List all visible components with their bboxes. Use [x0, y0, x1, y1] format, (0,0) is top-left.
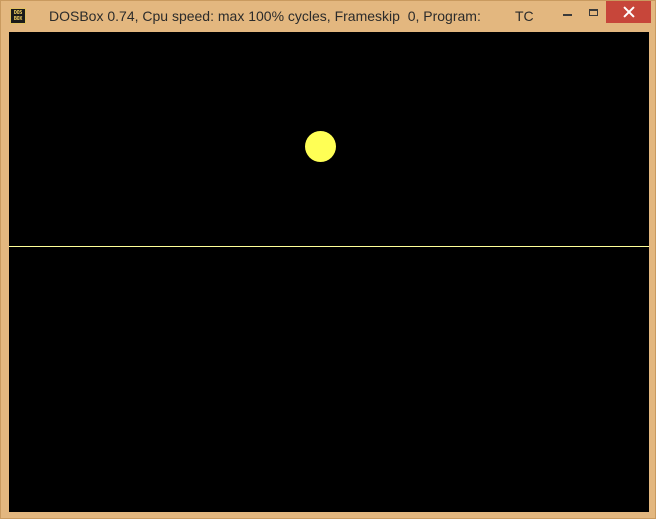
yellow-ball [305, 131, 336, 162]
ground-line [9, 246, 649, 247]
close-button[interactable] [606, 1, 651, 23]
app-icon-line2: BOX [13, 16, 23, 22]
dosbox-icon[interactable]: DOS BOX [10, 8, 26, 24]
minimize-icon [562, 14, 572, 16]
program-name: TC [515, 8, 534, 24]
dos-screen[interactable] [9, 32, 649, 512]
maximize-icon [588, 8, 598, 16]
maximize-button[interactable] [580, 1, 606, 23]
dosbox-window: DOS BOX DOSBox 0.74, Cpu speed: max 100%… [0, 0, 656, 519]
close-icon [623, 6, 635, 18]
window-title: DOSBox 0.74, Cpu speed: max 100% cycles,… [49, 8, 481, 24]
minimize-button[interactable] [554, 1, 580, 23]
title-bar[interactable]: DOS BOX DOSBox 0.74, Cpu speed: max 100%… [1, 1, 655, 31]
